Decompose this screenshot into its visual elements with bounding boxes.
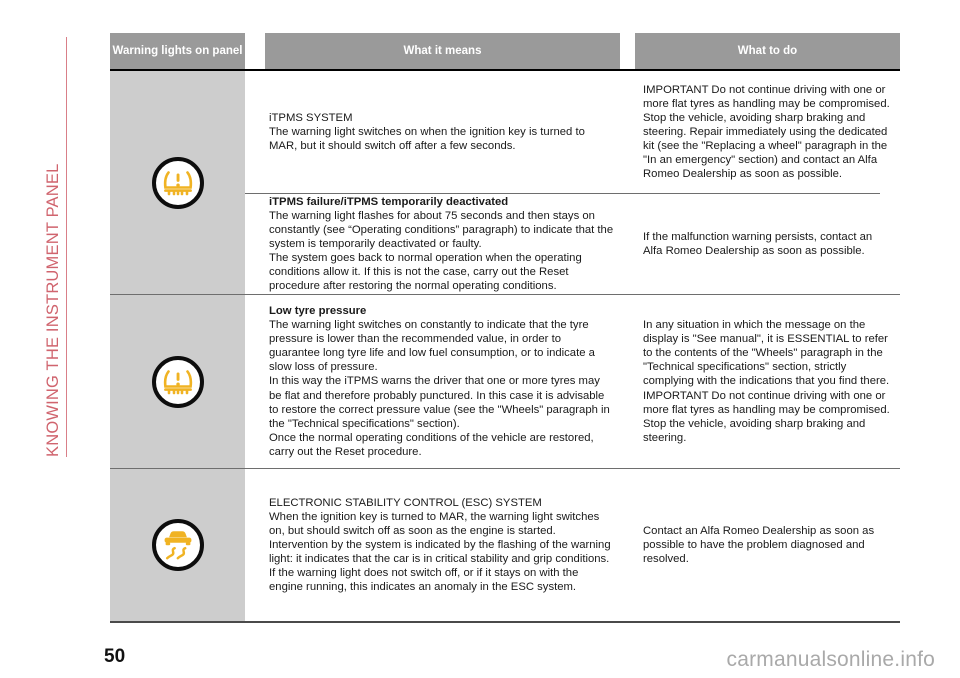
warning-light-cell — [110, 71, 245, 294]
col-gap — [245, 194, 265, 294]
entry-action: Contact an Alfa Romeo Dealership as soon… — [643, 524, 875, 566]
what-to-do-cell: Contact an Alfa Romeo Dealership as soon… — [635, 469, 900, 621]
section-title-sidebar: KNOWING THE INSTRUMENT PANEL — [0, 0, 110, 678]
table-row: ELECTRONIC STABILITY CONTROL (ESC) SYSTE… — [110, 469, 900, 621]
tpms-warning-icon — [151, 156, 204, 209]
watermark: carmanualsonline.info — [726, 648, 935, 671]
col-gap-2 — [620, 71, 635, 193]
table-header-what-to-do: What to do — [635, 33, 900, 69]
page-number: 50 — [104, 646, 126, 667]
entry-title: ELECTRONIC STABILITY CONTROL (ESC) SYSTE… — [269, 496, 542, 509]
table-bottom-rule — [110, 621, 900, 623]
table-subrow: iTPMS failure/iTPMS temporarily deactiva… — [245, 194, 900, 294]
entry-body: The warning light switches on constantly… — [269, 319, 610, 458]
entry-body: The warning light switches on when the i… — [269, 125, 585, 153]
what-it-means-cell: Low tyre pressure The warning light swit… — [265, 295, 620, 468]
col-gap — [245, 295, 265, 468]
what-to-do-cell: IMPORTANT Do not continue driving with o… — [635, 71, 900, 193]
section-title-text: KNOWING THE INSTRUMENT PANEL — [44, 37, 67, 457]
col-gap — [245, 469, 265, 621]
table-row: iTPMS SYSTEM The warning light switches … — [110, 71, 900, 294]
table-subrow: iTPMS SYSTEM The warning light switches … — [245, 71, 900, 193]
col-gap-2 — [620, 295, 635, 468]
table-subrow: Low tyre pressure The warning light swit… — [245, 295, 900, 468]
what-it-means-cell: iTPMS SYSTEM The warning light switches … — [265, 71, 620, 193]
warning-light-cell — [110, 295, 245, 468]
table-header-warning-lights: Warning lights on panel — [110, 33, 245, 69]
row-text-group: iTPMS SYSTEM The warning light switches … — [245, 71, 900, 294]
col-gap-2 — [620, 469, 635, 621]
what-it-means-cell: iTPMS failure/iTPMS temporarily deactiva… — [265, 194, 620, 294]
entry-body: When the ignition key is turned to MAR, … — [269, 510, 611, 594]
table-row: Low tyre pressure The warning light swit… — [110, 295, 900, 468]
what-it-means-cell: ELECTRONIC STABILITY CONTROL (ESC) SYSTE… — [265, 469, 620, 621]
table-header-row: Warning lights on panel What it means Wh… — [110, 33, 900, 69]
esc-skid-car-icon — [151, 519, 204, 571]
entry-title: iTPMS failure/iTPMS temporarily deactiva… — [269, 195, 509, 208]
row-text-group: ELECTRONIC STABILITY CONTROL (ESC) SYSTE… — [245, 469, 900, 621]
entry-title: Low tyre pressure — [269, 304, 367, 317]
entry-body: The warning light flashes for about 75 s… — [269, 209, 614, 293]
header-gap-1 — [245, 33, 265, 69]
what-to-do-cell: If the malfunction warning persists, con… — [635, 194, 900, 294]
table-header-what-it-means: What it means — [265, 33, 620, 69]
entry-title: iTPMS SYSTEM — [269, 111, 353, 124]
entry-action: In any situation in which the message on… — [643, 319, 890, 444]
warning-light-cell — [110, 469, 245, 621]
header-gap-2 — [620, 33, 635, 69]
what-to-do-cell: In any situation in which the message on… — [635, 295, 900, 468]
tpms-warning-icon — [151, 355, 204, 408]
warning-lights-table: Warning lights on panel What it means Wh… — [110, 33, 900, 623]
row-text-group: Low tyre pressure The warning light swit… — [245, 295, 900, 468]
entry-action: IMPORTANT Do not continue driving with o… — [643, 83, 890, 181]
section-title-rotated-wrapper: KNOWING THE INSTRUMENT PANEL — [44, 37, 70, 457]
col-gap — [245, 71, 265, 193]
table-subrow: ELECTRONIC STABILITY CONTROL (ESC) SYSTE… — [245, 469, 900, 621]
col-gap-2 — [620, 194, 635, 294]
entry-action: If the malfunction warning persists, con… — [643, 230, 873, 257]
